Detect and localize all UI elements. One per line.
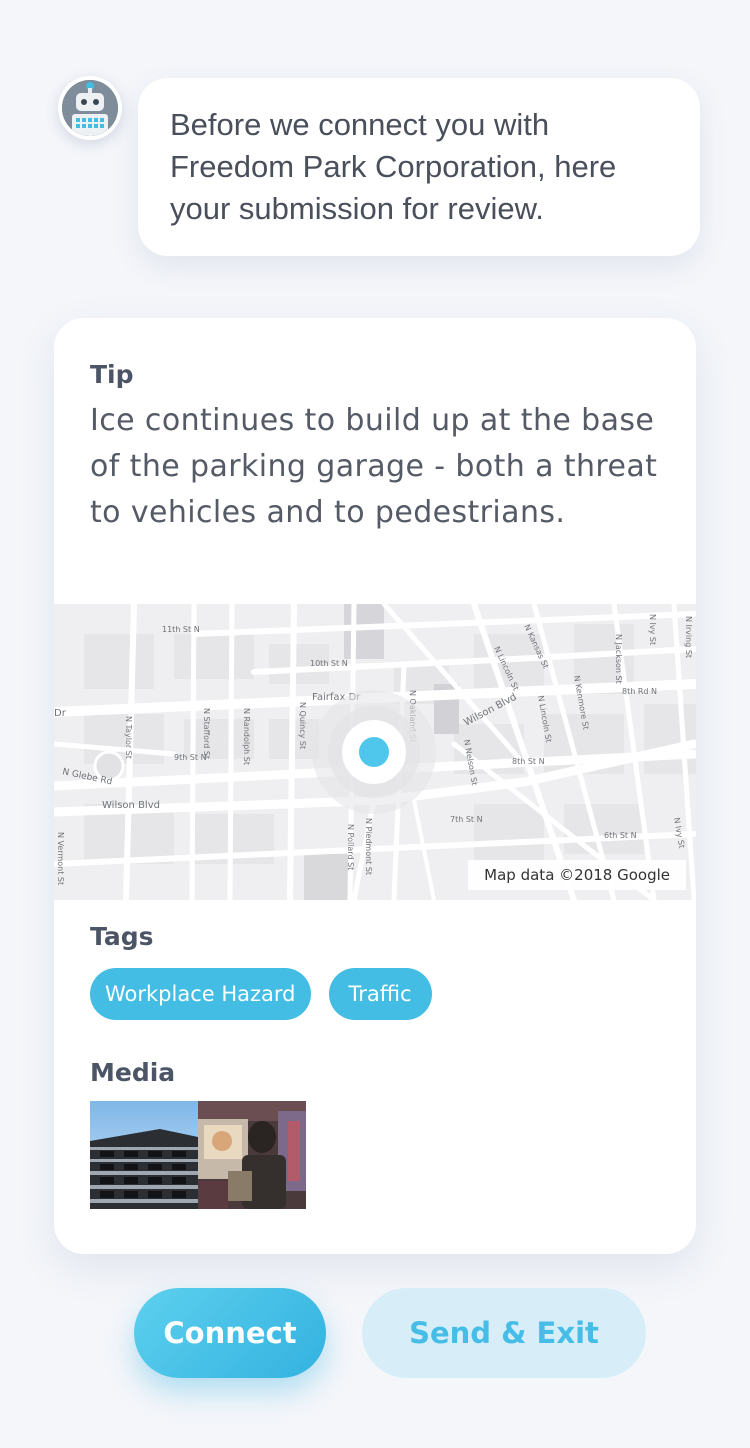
map-street-label: N Stafford St [202,708,211,759]
map-street-label: 9th St N [174,753,207,762]
location-pin-icon [359,737,389,767]
map-street-label: N Ivy St [648,614,657,645]
submission-card: Tip Ice continues to build up at the bas… [54,318,696,1254]
connect-button[interactable]: Connect [134,1288,326,1378]
media-thumbnail-building[interactable] [90,1101,198,1209]
map-street-label: 11th St N [162,625,200,634]
map-street-label: Wilson Blvd [102,800,160,811]
tip-text: Ice continues to build up at the base of… [90,403,658,530]
map-street-label: N Pollard St [346,824,355,870]
map-street-label: N Piedmont St [364,818,373,875]
send-exit-button[interactable]: Send & Exit [362,1288,646,1378]
tags-label: Tags [90,922,154,951]
media-gallery [90,1101,306,1209]
map-street-label: Dr [54,708,67,719]
location-map[interactable]: 11th St N 10th St N Fairfax Dr Dr N Tayl… [54,604,696,900]
map-street-label: N Irving St [684,616,693,658]
media-thumbnail-market[interactable] [198,1101,306,1209]
tag-list: Workplace Hazard Traffic [90,968,432,1020]
map-street-label: 10th St N [310,659,348,668]
media-label: Media [90,1058,176,1087]
tag-traffic[interactable]: Traffic [328,968,432,1020]
map-street-label: 7th St N [450,815,483,824]
bot-avatar [58,76,122,140]
map-street-label: N Quincy St [298,702,307,749]
robot-icon [62,80,118,136]
tip-label: Tip [90,360,134,389]
map-street-label: 8th Rd N [622,687,657,696]
map-street-label: N Jackson St [614,634,623,684]
map-street-label: N Taylor St [124,716,133,759]
map-street-label: 6th St N [604,831,637,840]
map-street-label: 8th St N [512,757,545,766]
map-street-label: N Vermont St [56,832,65,885]
tag-workplace-hazard[interactable]: Workplace Hazard [90,968,311,1020]
bot-message: Before we connect you with Freedom Park … [138,78,700,256]
map-credit: Map data ©2018 Google [468,860,686,890]
map-street-label: N Randolph St [242,708,251,765]
